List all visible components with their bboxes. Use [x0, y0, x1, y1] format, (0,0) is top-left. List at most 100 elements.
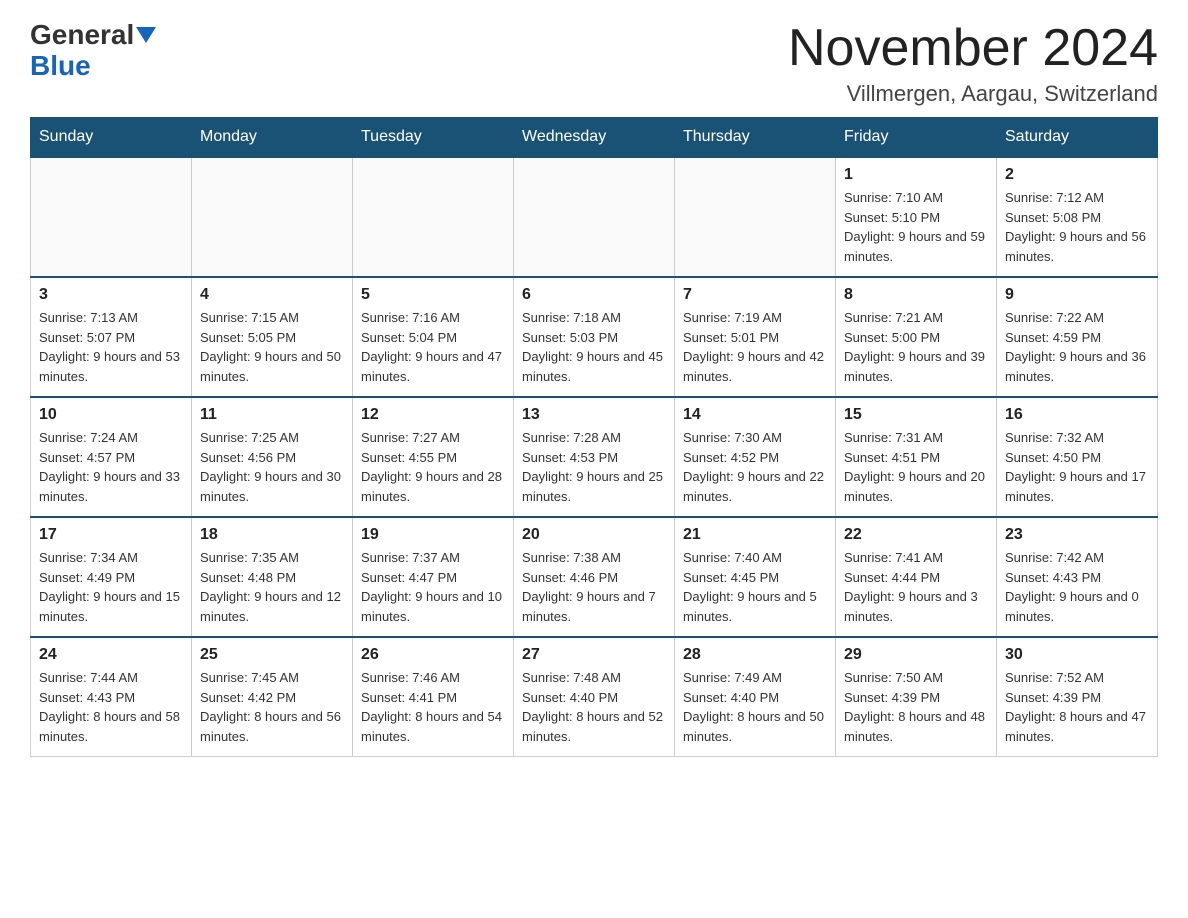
- day-number: 25: [200, 646, 344, 664]
- day-number: 21: [683, 526, 827, 544]
- day-number: 16: [1005, 406, 1149, 424]
- day-cell: 1 Sunrise: 7:10 AMSunset: 5:10 PMDaylight…: [836, 157, 997, 277]
- day-info: Sunrise: 7:40 AMSunset: 4:45 PMDaylight:…: [683, 548, 827, 626]
- day-info: Sunrise: 7:35 AMSunset: 4:48 PMDaylight:…: [200, 548, 344, 626]
- week-row-5: 24 Sunrise: 7:44 AMSunset: 4:43 PMDayligh…: [31, 637, 1158, 757]
- day-info: Sunrise: 7:12 AMSunset: 5:08 PMDaylight:…: [1005, 188, 1149, 266]
- calendar-header: SundayMondayTuesdayWednesdayThursdayFrid…: [31, 118, 1158, 158]
- day-cell: [31, 157, 192, 277]
- day-cell: 27Sunrise: 7:48 AMSunset: 4:40 PMDayligh…: [514, 637, 675, 757]
- day-info: Sunrise: 7:24 AMSunset: 4:57 PMDaylight:…: [39, 428, 183, 506]
- day-cell: 29 Sunrise: 7:50 AMSunset: 4:39 PMDayligh…: [836, 637, 997, 757]
- day-cell: 8 Sunrise: 7:21 AMSunset: 5:00 PMDaylight…: [836, 277, 997, 397]
- logo-blue: Blue: [30, 51, 91, 82]
- day-number: 20: [522, 526, 666, 544]
- day-cell: 13 Sunrise: 7:28 AMSunset: 4:53 PMDayligh…: [514, 397, 675, 517]
- day-cell: 26Sunrise: 7:46 AMSunset: 4:41 PMDayligh…: [353, 637, 514, 757]
- day-number: 9: [1005, 286, 1149, 304]
- day-cell: 9Sunrise: 7:22 AMSunset: 4:59 PMDaylight…: [997, 277, 1158, 397]
- calendar-table: SundayMondayTuesdayWednesdayThursdayFrid…: [30, 117, 1158, 757]
- logo: General Blue: [30, 20, 156, 82]
- header-row: SundayMondayTuesdayWednesdayThursdayFrid…: [31, 118, 1158, 158]
- day-info: Sunrise: 7:31 AMSunset: 4:51 PMDaylight:…: [844, 428, 988, 506]
- day-cell: 17 Sunrise: 7:34 AMSunset: 4:49 PMDayligh…: [31, 517, 192, 637]
- header: General Blue November 2024 Villmergen, A…: [30, 20, 1158, 107]
- day-info: Sunrise: 7:37 AMSunset: 4:47 PMDaylight:…: [361, 548, 505, 626]
- calendar-body: 1 Sunrise: 7:10 AMSunset: 5:10 PMDaylight…: [31, 157, 1158, 757]
- day-cell: 4Sunrise: 7:15 AMSunset: 5:05 PMDaylight…: [192, 277, 353, 397]
- day-cell: 23Sunrise: 7:42 AMSunset: 4:43 PMDayligh…: [997, 517, 1158, 637]
- day-cell: 16 Sunrise: 7:32 AMSunset: 4:50 PMDayligh…: [997, 397, 1158, 517]
- day-number: 27: [522, 646, 666, 664]
- day-number: 13: [522, 406, 666, 424]
- day-info: Sunrise: 7:18 AMSunset: 5:03 PMDaylight:…: [522, 308, 666, 386]
- subtitle: Villmergen, Aargau, Switzerland: [788, 81, 1158, 107]
- day-cell: 22Sunrise: 7:41 AMSunset: 4:44 PMDayligh…: [836, 517, 997, 637]
- day-number: 2: [1005, 166, 1149, 184]
- day-info: Sunrise: 7:25 AMSunset: 4:56 PMDaylight:…: [200, 428, 344, 506]
- day-cell: 18Sunrise: 7:35 AMSunset: 4:48 PMDayligh…: [192, 517, 353, 637]
- day-cell: 10 Sunrise: 7:24 AMSunset: 4:57 PMDayligh…: [31, 397, 192, 517]
- week-row-4: 17 Sunrise: 7:34 AMSunset: 4:49 PMDayligh…: [31, 517, 1158, 637]
- day-cell: 11 Sunrise: 7:25 AMSunset: 4:56 PMDayligh…: [192, 397, 353, 517]
- day-number: 24: [39, 646, 183, 664]
- day-number: 1: [844, 166, 988, 184]
- header-day-saturday: Saturday: [997, 118, 1158, 158]
- day-number: 14: [683, 406, 827, 424]
- day-cell: [353, 157, 514, 277]
- day-number: 17: [39, 526, 183, 544]
- day-number: 7: [683, 286, 827, 304]
- day-number: 11: [200, 406, 344, 424]
- day-info: Sunrise: 7:21 AMSunset: 5:00 PMDaylight:…: [844, 308, 988, 386]
- day-cell: 30Sunrise: 7:52 AMSunset: 4:39 PMDayligh…: [997, 637, 1158, 757]
- day-number: 19: [361, 526, 505, 544]
- day-info: Sunrise: 7:27 AMSunset: 4:55 PMDaylight:…: [361, 428, 505, 506]
- day-cell: 5 Sunrise: 7:16 AMSunset: 5:04 PMDaylight…: [353, 277, 514, 397]
- day-info: Sunrise: 7:16 AMSunset: 5:04 PMDaylight:…: [361, 308, 505, 386]
- header-day-sunday: Sunday: [31, 118, 192, 158]
- day-number: 22: [844, 526, 988, 544]
- day-cell: 14 Sunrise: 7:30 AMSunset: 4:52 PMDayligh…: [675, 397, 836, 517]
- day-cell: 24 Sunrise: 7:44 AMSunset: 4:43 PMDayligh…: [31, 637, 192, 757]
- day-info: Sunrise: 7:28 AMSunset: 4:53 PMDaylight:…: [522, 428, 666, 506]
- header-day-friday: Friday: [836, 118, 997, 158]
- day-info: Sunrise: 7:38 AMSunset: 4:46 PMDaylight:…: [522, 548, 666, 626]
- day-info: Sunrise: 7:34 AMSunset: 4:49 PMDaylight:…: [39, 548, 183, 626]
- day-cell: [514, 157, 675, 277]
- day-number: 5: [361, 286, 505, 304]
- day-number: 28: [683, 646, 827, 664]
- week-row-3: 10 Sunrise: 7:24 AMSunset: 4:57 PMDayligh…: [31, 397, 1158, 517]
- day-number: 12: [361, 406, 505, 424]
- day-info: Sunrise: 7:42 AMSunset: 4:43 PMDaylight:…: [1005, 548, 1149, 626]
- day-info: Sunrise: 7:49 AMSunset: 4:40 PMDaylight:…: [683, 668, 827, 746]
- day-info: Sunrise: 7:30 AMSunset: 4:52 PMDaylight:…: [683, 428, 827, 506]
- header-day-wednesday: Wednesday: [514, 118, 675, 158]
- day-number: 6: [522, 286, 666, 304]
- day-cell: 7 Sunrise: 7:19 AMSunset: 5:01 PMDaylight…: [675, 277, 836, 397]
- day-number: 10: [39, 406, 183, 424]
- day-cell: [192, 157, 353, 277]
- day-cell: 15 Sunrise: 7:31 AMSunset: 4:51 PMDayligh…: [836, 397, 997, 517]
- day-cell: 25 Sunrise: 7:45 AMSunset: 4:42 PMDayligh…: [192, 637, 353, 757]
- day-number: 8: [844, 286, 988, 304]
- day-cell: 19 Sunrise: 7:37 AMSunset: 4:47 PMDayligh…: [353, 517, 514, 637]
- day-info: Sunrise: 7:44 AMSunset: 4:43 PMDaylight:…: [39, 668, 183, 746]
- header-day-tuesday: Tuesday: [353, 118, 514, 158]
- day-info: Sunrise: 7:13 AMSunset: 5:07 PMDaylight:…: [39, 308, 183, 386]
- day-number: 15: [844, 406, 988, 424]
- day-cell: 2 Sunrise: 7:12 AMSunset: 5:08 PMDaylight…: [997, 157, 1158, 277]
- day-cell: 20 Sunrise: 7:38 AMSunset: 4:46 PMDayligh…: [514, 517, 675, 637]
- day-info: Sunrise: 7:19 AMSunset: 5:01 PMDaylight:…: [683, 308, 827, 386]
- day-number: 29: [844, 646, 988, 664]
- day-info: Sunrise: 7:50 AMSunset: 4:39 PMDaylight:…: [844, 668, 988, 746]
- day-cell: 12 Sunrise: 7:27 AMSunset: 4:55 PMDayligh…: [353, 397, 514, 517]
- header-day-monday: Monday: [192, 118, 353, 158]
- day-info: Sunrise: 7:52 AMSunset: 4:39 PMDaylight:…: [1005, 668, 1149, 746]
- day-info: Sunrise: 7:46 AMSunset: 4:41 PMDaylight:…: [361, 668, 505, 746]
- week-row-2: 3Sunrise: 7:13 AMSunset: 5:07 PMDaylight…: [31, 277, 1158, 397]
- day-info: Sunrise: 7:10 AMSunset: 5:10 PMDaylight:…: [844, 188, 988, 266]
- day-info: Sunrise: 7:45 AMSunset: 4:42 PMDaylight:…: [200, 668, 344, 746]
- day-info: Sunrise: 7:32 AMSunset: 4:50 PMDaylight:…: [1005, 428, 1149, 506]
- week-row-1: 1 Sunrise: 7:10 AMSunset: 5:10 PMDaylight…: [31, 157, 1158, 277]
- day-cell: 6 Sunrise: 7:18 AMSunset: 5:03 PMDaylight…: [514, 277, 675, 397]
